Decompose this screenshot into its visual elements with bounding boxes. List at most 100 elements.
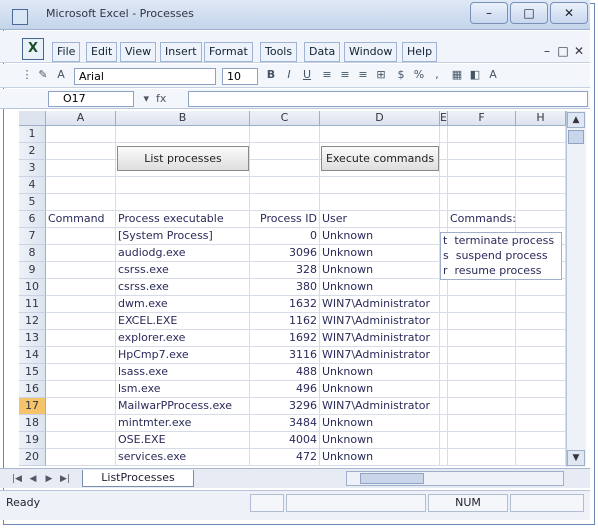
row-header[interactable]: 19	[19, 432, 46, 449]
cell-e3[interactable]	[440, 160, 448, 177]
cell-g2[interactable]	[516, 143, 566, 160]
cell-g10[interactable]	[516, 279, 566, 296]
font-size-select[interactable]: 10	[222, 68, 258, 85]
cell-b8[interactable]: audiodg.exe	[116, 245, 250, 262]
cell-a2[interactable]	[46, 143, 116, 160]
cell-g17[interactable]	[516, 398, 566, 415]
cell-e6[interactable]	[440, 211, 448, 228]
row-header[interactable]: 5	[19, 194, 46, 211]
cell-b6[interactable]: Process executable	[116, 211, 250, 228]
row-header[interactable]: 9	[19, 262, 46, 279]
cell-b10[interactable]: csrss.exe	[116, 279, 250, 296]
cell-a5[interactable]	[46, 194, 116, 211]
cell-b20[interactable]: services.exe	[116, 449, 250, 466]
cell-g4[interactable]	[516, 177, 566, 194]
row-header[interactable]: 10	[19, 279, 46, 296]
cell-d17[interactable]: WIN7\Administrator	[320, 398, 440, 415]
cell-a4[interactable]	[46, 177, 116, 194]
align-right-icon[interactable]: ≡	[356, 68, 370, 82]
cell-d1[interactable]	[320, 126, 440, 143]
row-header[interactable]: 2	[19, 143, 46, 160]
cell-d9[interactable]: Unknown	[320, 262, 440, 279]
cell-c5[interactable]	[250, 194, 320, 211]
cell-c14[interactable]: 3116	[250, 347, 320, 364]
cell-g13[interactable]	[516, 330, 566, 347]
cell-b19[interactable]: OSE.EXE	[116, 432, 250, 449]
cell-c11[interactable]: 1632	[250, 296, 320, 313]
cell-e1[interactable]	[440, 126, 448, 143]
menu-format[interactable]: Format	[204, 42, 253, 62]
row-header[interactable]: 1	[19, 126, 46, 143]
row-header[interactable]: 17	[19, 398, 46, 415]
format-painter-icon[interactable]: ✎	[36, 68, 50, 82]
menu-window[interactable]: Window	[344, 42, 398, 62]
cell-e17[interactable]	[440, 398, 448, 415]
row-header[interactable]: 13	[19, 330, 46, 347]
cell-d14[interactable]: WIN7\Administrator	[320, 347, 440, 364]
cell-c12[interactable]: 1162	[250, 313, 320, 330]
cell-a9[interactable]	[46, 262, 116, 279]
cell-b15[interactable]: lsass.exe	[116, 364, 250, 381]
cell-f13[interactable]	[448, 330, 516, 347]
cell-f6[interactable]: Commands:	[448, 211, 516, 228]
window-close-button[interactable]: ✕	[550, 2, 588, 24]
font-name-select[interactable]: Arial	[74, 68, 216, 85]
row-header[interactable]: 16	[19, 381, 46, 398]
cell-g6[interactable]	[516, 211, 566, 228]
cell-f10[interactable]	[448, 279, 516, 296]
row-header[interactable]: 18	[19, 415, 46, 432]
cell-d18[interactable]: Unknown	[320, 415, 440, 432]
cell-g3[interactable]	[516, 160, 566, 177]
cell-a8[interactable]	[46, 245, 116, 262]
scroll-up-icon[interactable]: ▲	[567, 112, 585, 128]
cell-g20[interactable]	[516, 449, 566, 466]
cell-c1[interactable]	[250, 126, 320, 143]
cell-f15[interactable]	[448, 364, 516, 381]
column-header-a[interactable]: A	[46, 111, 116, 126]
cell-b5[interactable]	[116, 194, 250, 211]
row-header[interactable]: 14	[19, 347, 46, 364]
row-header[interactable]: 12	[19, 313, 46, 330]
vertical-scrollbar[interactable]	[566, 111, 586, 467]
cell-g18[interactable]	[516, 415, 566, 432]
cell-a7[interactable]	[46, 228, 116, 245]
cell-f14[interactable]	[448, 347, 516, 364]
cell-f12[interactable]	[448, 313, 516, 330]
column-header-e[interactable]: E	[440, 111, 448, 126]
cell-b4[interactable]	[116, 177, 250, 194]
cell-d13[interactable]: WIN7\Administrator	[320, 330, 440, 347]
cell-c6[interactable]: Process ID	[250, 211, 320, 228]
cell-d10[interactable]: Unknown	[320, 279, 440, 296]
cell-e5[interactable]	[440, 194, 448, 211]
cell-d8[interactable]: Unknown	[320, 245, 440, 262]
cell-e16[interactable]	[440, 381, 448, 398]
cell-b1[interactable]	[116, 126, 250, 143]
cell-c16[interactable]: 496	[250, 381, 320, 398]
cell-c10[interactable]: 380	[250, 279, 320, 296]
formula-input[interactable]	[188, 91, 588, 107]
cell-e20[interactable]	[440, 449, 448, 466]
cell-c7[interactable]: 0	[250, 228, 320, 245]
fill-color-icon[interactable]: ◧	[468, 68, 482, 82]
cell-c20[interactable]: 472	[250, 449, 320, 466]
cell-a10[interactable]	[46, 279, 116, 296]
menu-edit[interactable]: Edit	[86, 42, 118, 62]
menu-file[interactable]: File	[52, 42, 81, 62]
cell-d15[interactable]: Unknown	[320, 364, 440, 381]
cell-d6[interactable]: User	[320, 211, 440, 228]
font-color-icon[interactable]: A	[54, 68, 68, 82]
cell-b11[interactable]: dwm.exe	[116, 296, 250, 313]
cell-a19[interactable]	[46, 432, 116, 449]
doc-close-button[interactable]: ✕	[570, 43, 588, 61]
align-center-icon[interactable]: ≡	[338, 68, 352, 82]
column-header-g[interactable]: H	[516, 111, 566, 126]
cell-c15[interactable]: 488	[250, 364, 320, 381]
cell-g14[interactable]	[516, 347, 566, 364]
excel-icon[interactable]: X	[22, 38, 44, 60]
scroll-down-icon[interactable]: ▼	[567, 450, 585, 466]
column-header-b[interactable]: B	[116, 111, 250, 126]
next-sheet-icon[interactable]: ▶	[42, 472, 56, 486]
row-header[interactable]: 7	[19, 228, 46, 245]
cell-e13[interactable]	[440, 330, 448, 347]
currency-icon[interactable]: $	[394, 68, 408, 82]
